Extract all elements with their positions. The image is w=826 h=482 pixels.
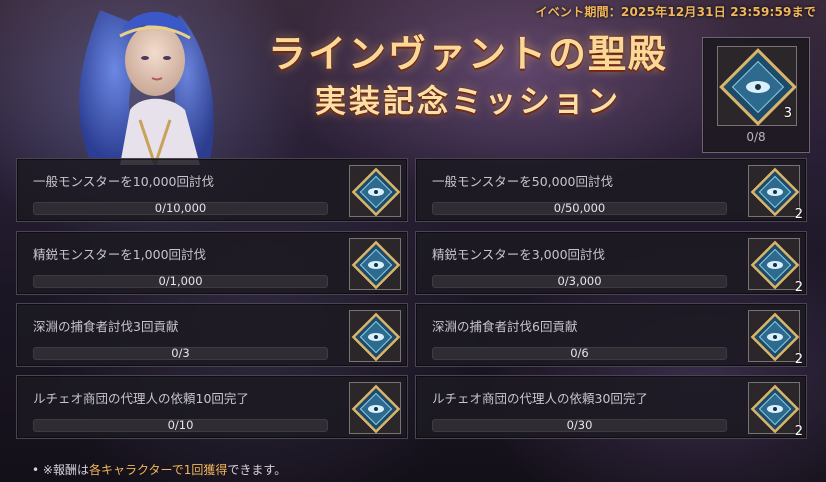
mission-card[interactable]: 精鋭モンスターを1,000回討伐 0/1,000: [16, 231, 408, 295]
mission-progress-bar: 0/3: [33, 347, 328, 360]
mission-label: 一般モンスターを50,000回討伐: [432, 174, 613, 189]
mission-progress-text: 0/6: [570, 346, 589, 360]
eye-crest-token-icon: [750, 312, 800, 362]
mission-reward-count: 2: [794, 352, 803, 367]
mission-progress-text: 0/10,000: [154, 201, 207, 215]
mission-card[interactable]: ルチェオ商団の代理人の依頼10回完了 0/10: [16, 375, 408, 439]
mission-label: 精鋭モンスターを3,000回討伐: [432, 247, 606, 262]
eye-crest-token-icon: [750, 384, 800, 434]
mission-reward-slot[interactable]: [349, 310, 401, 362]
grand-reward-panel[interactable]: 3 0/8: [702, 37, 810, 153]
mission-card[interactable]: 一般モンスターを50,000回討伐 0/50,000 2: [415, 158, 807, 222]
mission-label: ルチェオ商団の代理人の依頼10回完了: [33, 391, 249, 406]
eye-crest-token-icon: [351, 240, 401, 290]
mission-progress-text: 0/3,000: [557, 274, 602, 288]
reward-note: • ※報酬は各キャラクターで1回獲得できます。: [32, 461, 286, 478]
mission-reward-slot[interactable]: 2: [748, 238, 803, 295]
mission-reward-count: 2: [794, 424, 803, 439]
grand-reward-count: 3: [783, 106, 792, 121]
banner-title: ラインヴァントの聖殿 実装記念ミッション: [248, 30, 688, 122]
mission-reward-slot[interactable]: [349, 238, 401, 290]
mission-progress-bar: 0/10: [33, 419, 328, 432]
mission-progress-bar: 0/6: [432, 347, 727, 360]
mission-progress-text: 0/50,000: [553, 201, 606, 215]
note-suffix: できます。: [227, 463, 287, 477]
banner-title-main: ラインヴァントの聖殿: [267, 31, 668, 76]
grand-reward-slot[interactable]: 3: [717, 46, 797, 126]
eye-crest-token-icon: [351, 312, 401, 362]
note-bullet: •: [32, 463, 40, 477]
mission-card[interactable]: 精鋭モンスターを3,000回討伐 0/3,000 2: [415, 231, 807, 295]
mission-label: 精鋭モンスターを1,000回討伐: [33, 247, 207, 262]
eye-crest-token-icon: [351, 384, 401, 434]
eye-crest-token-icon: [750, 167, 800, 217]
eye-crest-token-icon: [750, 240, 800, 290]
mission-label: 一般モンスターを10,000回討伐: [33, 174, 214, 189]
mission-progress-bar: 0/1,000: [33, 275, 328, 288]
mission-reward-slot[interactable]: [349, 165, 401, 217]
grand-reward-progress: 0/8: [746, 130, 766, 144]
note-highlight: 各キャラクターで1回獲得: [88, 463, 228, 477]
mission-label: 深淵の捕食者討伐3回貢献: [33, 319, 179, 334]
mission-progress-bar: 0/3,000: [432, 275, 727, 288]
mission-card[interactable]: 一般モンスターを10,000回討伐 0/10,000: [16, 158, 408, 222]
banner-title-sub: 実装記念ミッション: [315, 84, 621, 120]
mission-progress-bar: 0/50,000: [432, 202, 727, 215]
mission-progress-text: 0/1,000: [158, 274, 203, 288]
mission-reward-slot[interactable]: 2: [748, 165, 803, 222]
mission-progress-bar: 0/30: [432, 419, 727, 432]
mission-reward-count: 2: [794, 207, 803, 222]
mission-reward-slot[interactable]: 2: [748, 382, 803, 439]
mission-progress-text: 0/30: [566, 418, 593, 432]
mission-reward-count: 2: [794, 280, 803, 295]
mission-label: 深淵の捕食者討伐6回貢献: [432, 319, 578, 334]
mission-progress-text: 0/10: [167, 418, 194, 432]
mission-card[interactable]: 深淵の捕食者討伐3回貢献 0/3: [16, 303, 408, 367]
event-period: イベント期間：2025年12月31日 23:59:59まで: [535, 5, 816, 19]
character-portrait: [60, 0, 260, 165]
mission-reward-slot[interactable]: 2: [748, 310, 803, 367]
mission-progress-text: 0/3: [171, 346, 190, 360]
mission-progress-bar: 0/10,000: [33, 202, 328, 215]
note-prefix: ※報酬は: [42, 463, 89, 477]
mission-card[interactable]: 深淵の捕食者討伐6回貢献 0/6 2: [415, 303, 807, 367]
mission-reward-slot[interactable]: [349, 382, 401, 434]
eye-crest-token-icon: [351, 167, 401, 217]
mission-label: ルチェオ商団の代理人の依頼30回完了: [432, 391, 648, 406]
mission-card[interactable]: ルチェオ商団の代理人の依頼30回完了 0/30 2: [415, 375, 807, 439]
